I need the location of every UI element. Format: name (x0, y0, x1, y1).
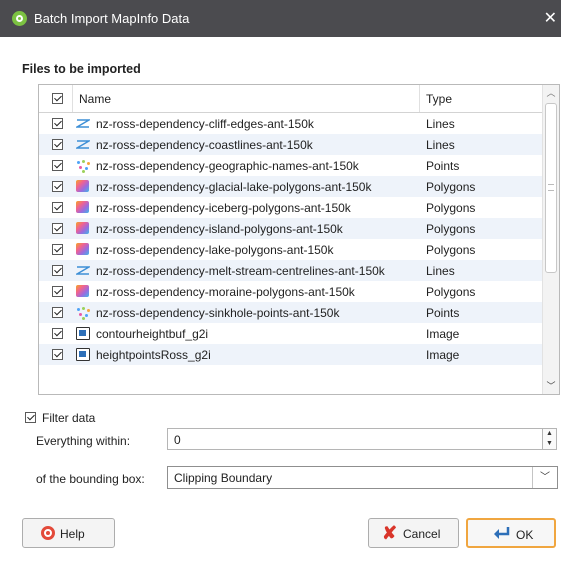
row-checkbox[interactable] (52, 223, 63, 234)
help-button[interactable]: Help (22, 518, 115, 548)
close-icon[interactable]: ✕ (544, 8, 557, 28)
scroll-thumb[interactable] (545, 103, 557, 273)
bounding-box-select[interactable]: Clipping Boundary ﹀ (167, 466, 558, 489)
points-icon (76, 306, 90, 320)
column-header-type[interactable]: Type (426, 92, 452, 106)
row-checkbox[interactable] (52, 286, 63, 297)
table-row[interactable]: nz-ross-dependency-cliff-edges-ant-150k L… (39, 113, 543, 134)
file-name: nz-ross-dependency-glacial-lake-polygons… (96, 180, 372, 194)
spin-up-icon[interactable]: ▲ (543, 429, 556, 439)
scroll-down-icon[interactable]: ﹀ (543, 378, 559, 394)
lines-icon (76, 117, 90, 130)
file-name: nz-ross-dependency-melt-stream-centrelin… (96, 264, 385, 278)
title-bar: Batch Import MapInfo Data ✕ (0, 0, 561, 37)
column-divider (72, 85, 73, 112)
points-icon (76, 159, 90, 173)
file-name: heightpointsRoss_g2i (96, 348, 211, 362)
file-type: Lines (426, 264, 455, 278)
row-checkbox[interactable] (52, 160, 63, 171)
row-checkbox[interactable] (52, 202, 63, 213)
scroll-up-icon[interactable]: ︿ (543, 85, 559, 101)
polygons-icon (76, 285, 89, 297)
cancel-button[interactable]: ✘ Cancel (368, 518, 459, 548)
file-type: Polygons (426, 201, 476, 215)
table-row[interactable]: contourheightbuf_g2i Image (39, 323, 543, 344)
file-name: nz-ross-dependency-sinkhole-points-ant-1… (96, 306, 340, 320)
file-type: Polygons (426, 285, 476, 299)
image-icon (76, 327, 90, 340)
table-header: Name Type (39, 85, 543, 113)
table-row[interactable]: nz-ross-dependency-glacial-lake-polygons… (39, 176, 543, 197)
within-label: Everything within: (36, 434, 131, 448)
within-spinner[interactable]: ▲ ▼ (543, 428, 557, 450)
bounding-box-label: of the bounding box: (36, 472, 145, 486)
vertical-scrollbar[interactable]: ︿ ﹀ (542, 85, 559, 394)
lines-icon (76, 138, 90, 151)
row-checkbox[interactable] (52, 118, 63, 129)
files-section-label: Files to be imported (22, 62, 141, 76)
polygons-icon (76, 222, 89, 234)
row-checkbox[interactable] (52, 139, 63, 150)
ok-button-label: OK (516, 528, 534, 542)
files-table: Name Type nz-ross-dependency-cliff-edges… (38, 84, 560, 395)
select-all-checkbox[interactable] (52, 93, 63, 104)
file-name: nz-ross-dependency-cliff-edges-ant-150k (96, 117, 314, 131)
spin-down-icon[interactable]: ▼ (543, 439, 556, 449)
file-type: Image (426, 327, 460, 341)
file-name: nz-ross-dependency-moraine-polygons-ant-… (96, 285, 355, 299)
column-header-name[interactable]: Name (79, 92, 111, 106)
file-type: Polygons (426, 222, 476, 236)
table-row[interactable]: nz-ross-dependency-lake-polygons-ant-150… (39, 239, 543, 260)
file-name: nz-ross-dependency-geographic-names-ant-… (96, 159, 359, 173)
cancel-x-icon: ✘ (382, 523, 398, 543)
row-checkbox[interactable] (52, 307, 63, 318)
return-arrow-icon (494, 527, 510, 539)
column-divider (419, 85, 420, 112)
lifebuoy-icon (41, 526, 55, 540)
cancel-button-label: Cancel (403, 527, 441, 541)
file-name: contourheightbuf_g2i (96, 327, 209, 341)
ok-button[interactable]: OK (466, 518, 556, 548)
table-row[interactable]: nz-ross-dependency-island-polygons-ant-1… (39, 218, 543, 239)
row-checkbox[interactable] (52, 328, 63, 339)
file-type: Points (426, 159, 460, 173)
file-type: Lines (426, 138, 455, 152)
file-type: Image (426, 348, 460, 362)
file-name: nz-ross-dependency-coastlines-ant-150k (96, 138, 313, 152)
filter-data-label[interactable]: Filter data (42, 411, 95, 425)
row-checkbox[interactable] (52, 265, 63, 276)
file-type: Polygons (426, 180, 476, 194)
filter-data-checkbox[interactable] (25, 412, 36, 423)
help-button-label: Help (60, 527, 85, 541)
table-row[interactable]: nz-ross-dependency-coastlines-ant-150k Li… (39, 134, 543, 155)
polygons-icon (76, 180, 89, 192)
image-icon (76, 348, 90, 361)
file-name: nz-ross-dependency-iceberg-polygons-ant-… (96, 201, 351, 215)
chevron-down-icon[interactable]: ﹀ (532, 467, 557, 488)
within-distance-input[interactable]: 0 (167, 428, 543, 450)
bounding-box-value: Clipping Boundary (174, 471, 273, 485)
table-row[interactable]: nz-ross-dependency-geographic-names-ant-… (39, 155, 543, 176)
window-title: Batch Import MapInfo Data (34, 11, 190, 26)
table-row[interactable]: nz-ross-dependency-sinkhole-points-ant-1… (39, 302, 543, 323)
grip-icon (548, 184, 554, 191)
table-row[interactable]: heightpointsRoss_g2i Image (39, 344, 543, 365)
app-logo-icon (12, 11, 27, 26)
table-row[interactable]: nz-ross-dependency-iceberg-polygons-ant-… (39, 197, 543, 218)
row-checkbox[interactable] (52, 181, 63, 192)
row-checkbox[interactable] (52, 349, 63, 360)
file-type: Polygons (426, 243, 476, 257)
file-name: nz-ross-dependency-lake-polygons-ant-150… (96, 243, 334, 257)
file-type: Points (426, 306, 460, 320)
file-name: nz-ross-dependency-island-polygons-ant-1… (96, 222, 343, 236)
polygons-icon (76, 243, 89, 255)
table-row[interactable]: nz-ross-dependency-melt-stream-centrelin… (39, 260, 543, 281)
row-checkbox[interactable] (52, 244, 63, 255)
file-type: Lines (426, 117, 455, 131)
lines-icon (76, 264, 90, 277)
table-row[interactable]: nz-ross-dependency-moraine-polygons-ant-… (39, 281, 543, 302)
polygons-icon (76, 201, 89, 213)
